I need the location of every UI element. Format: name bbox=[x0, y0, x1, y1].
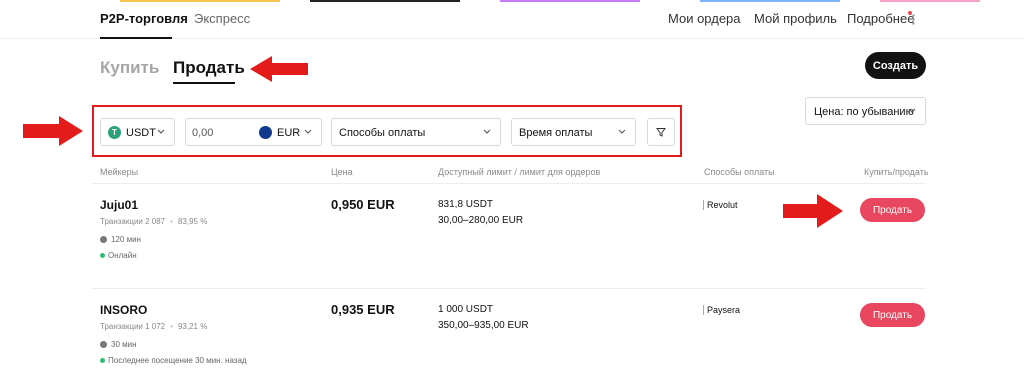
coin-select-value: USDT bbox=[126, 127, 156, 139]
amount-input[interactable]: 0,00 EUR bbox=[185, 118, 322, 146]
maker-trades: Транзакции 2 087 bbox=[100, 217, 166, 226]
my-profile-link[interactable]: Мой профиль bbox=[754, 11, 837, 26]
sell-button[interactable]: Продать bbox=[860, 198, 925, 222]
online-dot-icon bbox=[100, 253, 105, 258]
maker-payment-time: 120 мин bbox=[100, 235, 141, 244]
eur-flag-icon bbox=[259, 126, 272, 139]
column-header-action: Купить/продать bbox=[864, 167, 929, 177]
more-link[interactable]: Подробнее bbox=[847, 11, 914, 26]
more-dots-icon[interactable] bbox=[912, 14, 915, 25]
funnel-icon bbox=[656, 128, 666, 137]
column-header-makers: Мейкеры bbox=[100, 167, 139, 177]
column-header-price: Цена bbox=[331, 167, 353, 177]
payment-time-select[interactable]: Время оплаты bbox=[511, 118, 636, 146]
available-amount: 831,8 USDT bbox=[438, 199, 494, 210]
create-button[interactable]: Создать bbox=[865, 52, 926, 79]
price-value: 0,950 EUR bbox=[331, 197, 395, 212]
chevron-down-icon bbox=[908, 108, 916, 113]
payment-methods-select[interactable]: Способы оплаты bbox=[331, 118, 501, 146]
chevron-down-icon bbox=[157, 129, 165, 134]
maker-name[interactable]: Juju01 bbox=[100, 198, 138, 212]
payment-method: Paysera bbox=[703, 305, 740, 315]
order-limit: 350,00–935,00 EUR bbox=[438, 320, 529, 331]
chevron-down-icon bbox=[304, 129, 312, 134]
maker-status: Онлайн bbox=[100, 251, 137, 260]
tab-express[interactable]: Экспресс bbox=[194, 11, 250, 26]
sort-select[interactable]: Цена: по убыванию bbox=[805, 97, 926, 125]
payment-methods-label: Способы оплаты bbox=[339, 127, 426, 139]
chevron-down-icon bbox=[618, 129, 626, 134]
table-row: INSORO Транзакции 1 072 • 93,21 % 30 мин П… bbox=[0, 289, 1024, 380]
maker-time-value: 120 мин bbox=[111, 235, 141, 244]
clock-icon bbox=[100, 236, 107, 243]
maker-completion: 83,95 % bbox=[177, 217, 208, 226]
maker-stats: Транзакции 1 072 • 93,21 % bbox=[100, 322, 208, 331]
column-header-payment: Способы оплаты bbox=[704, 167, 775, 177]
tab-p2p-trading[interactable]: P2P-торговля bbox=[100, 11, 188, 26]
sell-toggle-underline bbox=[173, 82, 235, 84]
fiat-select-value[interactable]: EUR bbox=[277, 127, 300, 139]
sort-select-value: Цена: по убыванию bbox=[814, 106, 914, 118]
annotation-arrow-right-icon bbox=[23, 116, 83, 146]
amount-input-value: 0,00 bbox=[192, 127, 214, 139]
price-value: 0,935 EUR bbox=[331, 302, 395, 317]
buy-toggle[interactable]: Купить bbox=[100, 58, 159, 78]
payment-time-label: Время оплаты bbox=[519, 127, 593, 139]
top-nav: P2P-торговля Экспресс Мои ордера Мой про… bbox=[0, 0, 1024, 39]
payment-method: Revolut bbox=[703, 200, 738, 210]
sell-button[interactable]: Продать bbox=[860, 303, 925, 327]
sell-toggle[interactable]: Продать bbox=[173, 58, 245, 78]
available-amount: 1 000 USDT bbox=[438, 304, 494, 315]
annotation-arrow-left-icon bbox=[250, 56, 308, 82]
table-row: Juju01 Транзакции 2 087 • 83,95 % 120 мин … bbox=[0, 184, 1024, 284]
column-header-limit: Доступный лимит / лимит для ордеров bbox=[438, 167, 601, 177]
usdt-coin-icon: T bbox=[108, 126, 121, 139]
maker-name[interactable]: INSORO bbox=[100, 303, 147, 317]
active-tab-underline bbox=[100, 37, 172, 39]
coin-select[interactable]: T USDT bbox=[100, 118, 175, 146]
maker-stats: Транзакции 2 087 • 83,95 % bbox=[100, 217, 208, 226]
maker-completion: 93,21 % bbox=[177, 322, 208, 331]
annotation-arrow-right-icon bbox=[783, 194, 843, 228]
maker-status: Последнее посещение 30 мин. назад bbox=[100, 356, 247, 365]
maker-trades: Транзакции 1 072 bbox=[100, 322, 166, 331]
maker-payment-time: 30 мин bbox=[100, 340, 137, 349]
filter-button[interactable] bbox=[647, 118, 675, 146]
online-dot-icon bbox=[100, 358, 105, 363]
order-limit: 30,00–280,00 EUR bbox=[438, 215, 524, 226]
chevron-down-icon bbox=[483, 129, 491, 134]
my-orders-link[interactable]: Мои ордера bbox=[668, 11, 741, 26]
maker-time-value: 30 мин bbox=[111, 340, 137, 349]
maker-status-text: Онлайн bbox=[108, 251, 137, 260]
maker-status-text: Последнее посещение 30 мин. назад bbox=[108, 356, 247, 365]
clock-icon bbox=[100, 341, 107, 348]
